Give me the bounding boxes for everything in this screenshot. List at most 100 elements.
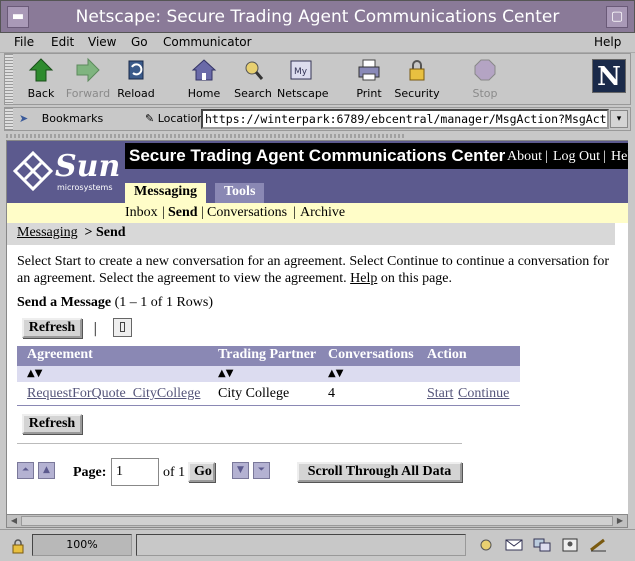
status-message: [136, 534, 466, 556]
refresh-button-bottom[interactable]: Refresh: [22, 414, 82, 434]
scroll-left-icon[interactable]: ◀: [8, 516, 20, 526]
bookmarks-button[interactable]: ➤ Bookmarks: [19, 112, 103, 125]
location-toolbar-grip[interactable]: [5, 108, 13, 130]
print-label: Print: [356, 87, 382, 100]
next-page-icon[interactable]: ▼: [232, 462, 249, 479]
go-button[interactable]: Go: [188, 462, 215, 482]
window-title: Netscape: Secure Trading Agent Communica…: [75, 7, 560, 27]
continue-link[interactable]: Continue: [458, 386, 509, 402]
previous-page-icon[interactable]: ▲: [38, 462, 55, 479]
menu-file[interactable]: File: [14, 35, 34, 49]
secure-lock-icon[interactable]: [10, 538, 26, 554]
table-header: Agreement Trading Partner Conversations …: [17, 346, 520, 366]
toolbar-separator: [0, 132, 635, 140]
col-action: Action: [427, 347, 467, 362]
forward-button[interactable]: Forward: [64, 57, 112, 103]
reload-button[interactable]: Reload: [112, 57, 160, 103]
location-page-icon: ✎: [145, 112, 155, 125]
zoom-level: 100%: [32, 534, 132, 556]
page-count: of 1: [163, 465, 186, 480]
status-bar: 100%: [0, 529, 635, 561]
col-trading-partner: Trading Partner: [218, 347, 317, 362]
intro-body: Select Start to create a new conversatio…: [17, 254, 610, 286]
last-page-icon[interactable]: ⏷: [253, 462, 270, 479]
netscape-label: Netscape: [277, 87, 329, 100]
subnav-sep-3: |: [293, 205, 296, 220]
section-title: Send a Message: [17, 295, 112, 310]
url-input[interactable]: https://winterpark:6789/ebcentral/manage…: [201, 109, 609, 129]
help-link-inline[interactable]: Help: [350, 271, 377, 286]
bookmarks-label: Bookmarks: [41, 112, 104, 125]
whats-related-button[interactable]: ▾: [610, 110, 628, 128]
home-icon: [191, 59, 217, 81]
address-book-status-icon[interactable]: [560, 537, 580, 553]
menu-help[interactable]: Help: [594, 35, 621, 49]
sort-conversations-icon[interactable]: ▲▼: [328, 368, 343, 379]
logout-link[interactable]: Log Out: [553, 149, 600, 165]
messaging-subnav: Inbox | Send | Conversations | Archive: [7, 203, 628, 223]
composer-status-icon[interactable]: [588, 537, 608, 553]
page-label: Page:: [73, 465, 107, 480]
mail-status-icon[interactable]: [504, 537, 524, 553]
trading-partner-cell: City College: [218, 386, 290, 401]
menu-go[interactable]: Go: [131, 35, 148, 49]
page-number-input[interactable]: 1: [111, 458, 159, 486]
menu-communicator[interactable]: Communicator: [163, 35, 252, 49]
home-button[interactable]: Home: [180, 57, 228, 103]
app-banner: Sun microsystems Secure Trading Agent Co…: [7, 141, 628, 203]
col-agreement: Agreement: [27, 347, 93, 362]
agreement-link[interactable]: RequestForQuote_CityCollege: [27, 386, 200, 402]
column-chooser-icon[interactable]: [113, 318, 132, 337]
divider: [17, 443, 462, 444]
netscape-button[interactable]: My Netscape: [277, 57, 329, 103]
sort-partner-icon[interactable]: ▲▼: [218, 368, 233, 379]
back-button[interactable]: Back: [17, 57, 65, 103]
menu-view[interactable]: View: [88, 35, 116, 49]
scroll-thumb[interactable]: [21, 516, 613, 526]
subnav-archive[interactable]: Archive: [300, 205, 345, 221]
navigator-status-icon[interactable]: [476, 537, 496, 553]
menu-edit[interactable]: Edit: [51, 35, 74, 49]
refresh-button-top[interactable]: Refresh: [22, 318, 82, 338]
security-button[interactable]: Security: [393, 57, 441, 103]
reload-label: Reload: [117, 87, 155, 100]
print-button[interactable]: Print: [345, 57, 393, 103]
scroll-right-icon[interactable]: ▶: [614, 516, 626, 526]
navigation-toolbar: Back Forward Reload Home Search My Netsc…: [4, 53, 631, 105]
tab-tools[interactable]: Tools: [215, 183, 265, 203]
start-link[interactable]: Start: [427, 386, 453, 402]
padlock-icon: [409, 60, 425, 81]
window-maximize-button[interactable]: ▢: [606, 6, 628, 28]
rows-info: (1 – 1 of 1 Rows): [114, 295, 214, 310]
subnav-sep-1: |: [162, 205, 165, 220]
pipe-sep-2: |: [603, 149, 606, 164]
subnav-conversations[interactable]: Conversations: [207, 205, 287, 221]
toolbar-pipe: |: [93, 321, 98, 337]
subnav-inbox[interactable]: Inbox: [125, 205, 158, 221]
help-link-header[interactable]: Help: [611, 149, 628, 165]
horizontal-scrollbar[interactable]: ◀ ▶: [6, 514, 628, 528]
sun-logo: Sun microsystems: [13, 147, 123, 197]
newsgroups-status-icon[interactable]: [532, 537, 552, 553]
sun-diamond-icon: [13, 151, 53, 191]
netscape-logo-icon[interactable]: N: [592, 59, 626, 93]
page-content: Sun microsystems Secure Trading Agent Co…: [6, 140, 628, 514]
breadcrumb-current: Send: [96, 225, 126, 240]
col-conversations: Conversations: [328, 347, 414, 362]
breadcrumb-messaging-link[interactable]: Messaging: [17, 225, 78, 241]
subnav-send[interactable]: Send: [168, 205, 198, 221]
scroll-all-data-button[interactable]: Scroll Through All Data: [297, 462, 462, 482]
toolbar-grip[interactable]: [5, 54, 13, 104]
forward-arrow-icon: [76, 57, 100, 83]
search-button[interactable]: Search: [229, 57, 277, 103]
stop-button[interactable]: Stop: [461, 57, 509, 103]
location-toolbar: ➤ Bookmarks ✎ Location: https://winterpa…: [4, 107, 631, 131]
about-link[interactable]: About: [507, 149, 542, 165]
conversations-count-cell: 4: [328, 386, 335, 401]
search-icon: [245, 61, 264, 80]
sort-agreement-icon[interactable]: ▲▼: [27, 368, 42, 379]
first-page-icon[interactable]: ⏶: [17, 462, 34, 479]
back-label: Back: [27, 87, 55, 100]
tab-messaging[interactable]: Messaging: [125, 183, 206, 203]
printer-icon: [358, 59, 380, 81]
